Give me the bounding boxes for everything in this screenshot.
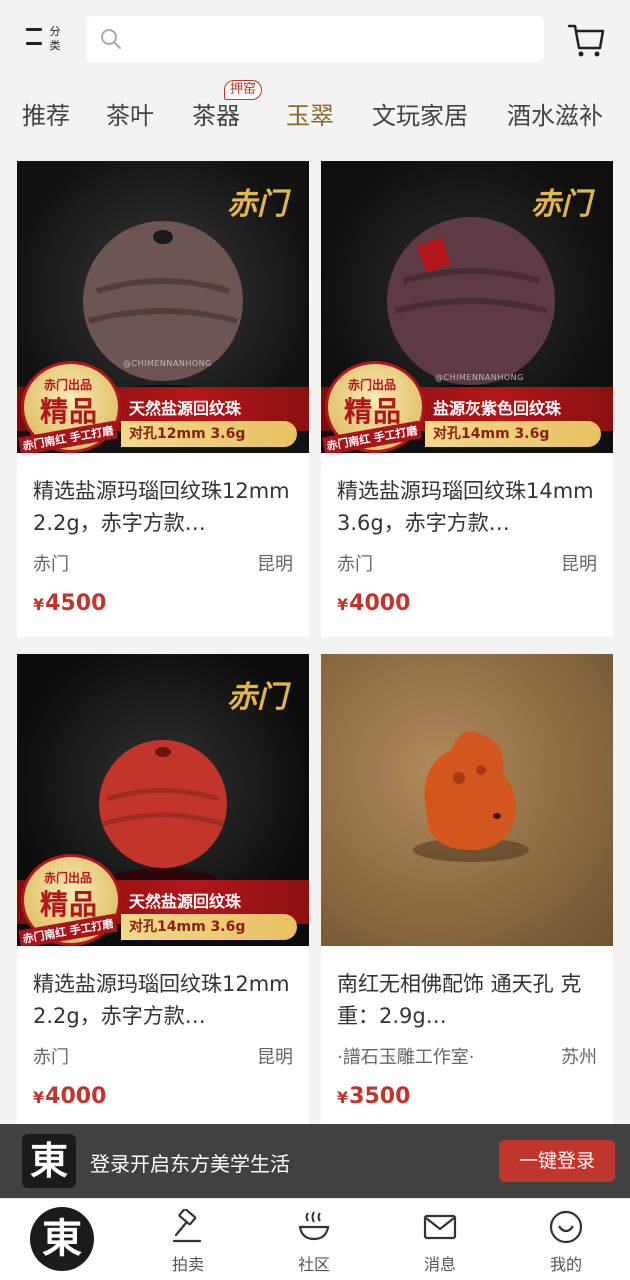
category-label: 分类	[49, 25, 61, 52]
auction-hammer-icon	[172, 1209, 202, 1243]
promo-headline: 天然盐源回纹珠	[129, 399, 242, 418]
product-price: ¥3500	[337, 1084, 410, 1109]
login-banner: 東 登录开启东方美学生活 一键登录	[0, 1124, 630, 1198]
shop-city: 昆明	[561, 554, 597, 575]
product-price: ¥4000	[337, 591, 410, 616]
product-title[interactable]: 精选盐源玛瑙回纹珠12mm 2.2g，赤字方款…	[33, 475, 295, 539]
shop-name[interactable]: ·譜石玉雕工作室·	[337, 1043, 474, 1069]
home-logo-button[interactable]: 東	[30, 1207, 94, 1271]
brand-logo: 赤门	[227, 680, 287, 715]
app-logo: 東	[22, 1134, 76, 1188]
price-value: 4000	[349, 591, 411, 616]
currency-symbol: ¥	[337, 595, 349, 614]
search-input[interactable]	[86, 16, 544, 62]
tab-collectibles[interactable]: 文玩家居	[372, 96, 468, 131]
tab-recommend[interactable]: 推荐	[22, 96, 70, 131]
product-title[interactable]: 南红无相佛配饰 通天孔 克重：2.9g…	[337, 968, 599, 1032]
tab-badge: 押窑	[223, 80, 262, 100]
message-envelope-icon	[423, 1214, 457, 1240]
promo-headline: 盐源灰紫色回纹珠	[433, 399, 562, 418]
brand-logo: 赤门	[227, 187, 287, 222]
shop-name[interactable]: 赤门	[33, 1043, 69, 1069]
nav-auction-label: 拍卖	[171, 1255, 204, 1274]
bottom-navigation: 東 拍卖 社区 消息 我的	[0, 1198, 630, 1280]
nav-profile[interactable]: 我的	[526, 1207, 606, 1277]
promo-overlay: 赤门出品 精品 赤门南红 手工打磨 盐源灰紫色回纹珠 对孔14mm 3.6g	[321, 361, 613, 453]
tab-jade[interactable]: 玉翠	[286, 96, 334, 131]
price-value: 4500	[45, 591, 107, 616]
price-value: 3500	[349, 1084, 411, 1109]
product-card[interactable]: 赤门 赤门出品 精品 赤门南红 手工打磨 天然盐源回纹珠 对孔14mm 3.6g…	[17, 654, 309, 1130]
buddha-pendant	[424, 731, 516, 850]
promo-spec: 对孔14mm 3.6g	[121, 914, 297, 940]
menu-lines-icon	[26, 28, 42, 52]
nav-messages[interactable]: 消息	[400, 1207, 480, 1277]
tab-wine-tonic[interactable]: 酒水滋补	[507, 96, 603, 131]
nav-community-label: 社区	[297, 1255, 330, 1274]
nav-auction[interactable]: 拍卖	[148, 1207, 228, 1277]
currency-symbol: ¥	[337, 1088, 349, 1107]
category-tabs: 推荐 茶叶 茶器 押窑 玉翠 文玩家居 酒水滋补	[0, 80, 630, 146]
price-value: 4000	[45, 1084, 107, 1109]
product-image[interactable]: 赤门 赤门出品 精品 赤门南红 手工打磨 天然盐源回纹珠 对孔14mm 3.6g	[17, 654, 309, 946]
bead	[83, 221, 243, 381]
promo-overlay: 赤门出品 精品 赤门南红 手工打磨 天然盐源回纹珠 对孔14mm 3.6g	[17, 854, 309, 946]
currency-symbol: ¥	[33, 595, 45, 614]
tab-tea[interactable]: 茶叶	[106, 96, 154, 131]
search-icon	[101, 29, 121, 49]
promo-spec: 对孔12mm 3.6g	[121, 421, 297, 447]
product-image[interactable]: 赤门 @CHIMENNANHONG 赤门出品 精品 赤门南红 手工打磨 天然盐源…	[17, 161, 309, 453]
shop-name[interactable]: 赤门	[33, 550, 69, 576]
promo-overlay: 赤门出品 精品 赤门南红 手工打磨 天然盐源回纹珠 对孔12mm 3.6g	[17, 361, 309, 453]
tab-teaware[interactable]: 茶器 押窑	[192, 80, 262, 131]
community-icon	[298, 1211, 330, 1241]
pendant-illustration	[413, 731, 529, 862]
bead	[99, 740, 227, 868]
nav-community[interactable]: 社区	[274, 1207, 354, 1277]
product-image[interactable]	[321, 654, 613, 946]
product-image[interactable]: 赤门 @CHIMENNANHONG 赤门出品 精品 赤门南红 手工打磨 盐源灰紫…	[321, 161, 613, 453]
shop-name[interactable]: 赤门	[337, 550, 373, 576]
nav-profile-label: 我的	[549, 1255, 582, 1274]
profile-face-icon	[549, 1210, 583, 1244]
product-card[interactable]: 赤门 @CHIMENNANHONG 赤门出品 精品 赤门南红 手工打磨 天然盐源…	[17, 161, 309, 637]
product-price: ¥4000	[33, 1084, 106, 1109]
shop-city: 苏州	[561, 1047, 597, 1068]
shop-city: 昆明	[257, 554, 293, 575]
tab-teaware-label: 茶器	[192, 102, 240, 130]
login-prompt-text: 登录开启东方美学生活	[90, 1152, 290, 1176]
product-card[interactable]: 南红无相佛配饰 通天孔 克重：2.9g… ·譜石玉雕工作室· 苏州 ¥3500	[321, 654, 613, 1130]
product-title[interactable]: 精选盐源玛瑙回纹珠14mm 3.6g，赤字方款…	[337, 475, 599, 539]
currency-symbol: ¥	[33, 1088, 45, 1107]
product-price: ¥4500	[33, 591, 106, 616]
shop-city: 昆明	[257, 1047, 293, 1068]
promo-spec: 对孔14mm 3.6g	[425, 421, 601, 447]
promo-headline: 天然盐源回纹珠	[129, 892, 242, 911]
top-bar: 分类	[0, 0, 630, 80]
cart-icon[interactable]	[566, 20, 606, 60]
product-card[interactable]: 赤门 @CHIMENNANHONG 赤门出品 精品 赤门南红 手工打磨 盐源灰紫…	[321, 161, 613, 637]
nav-messages-label: 消息	[423, 1255, 456, 1274]
product-title[interactable]: 精选盐源玛瑙回纹珠12mm 2.2g，赤字方款…	[33, 968, 295, 1032]
brand-logo: 赤门	[531, 187, 591, 222]
one-click-login-button[interactable]: 一键登录	[499, 1140, 615, 1182]
category-button[interactable]: 分类	[22, 22, 68, 58]
